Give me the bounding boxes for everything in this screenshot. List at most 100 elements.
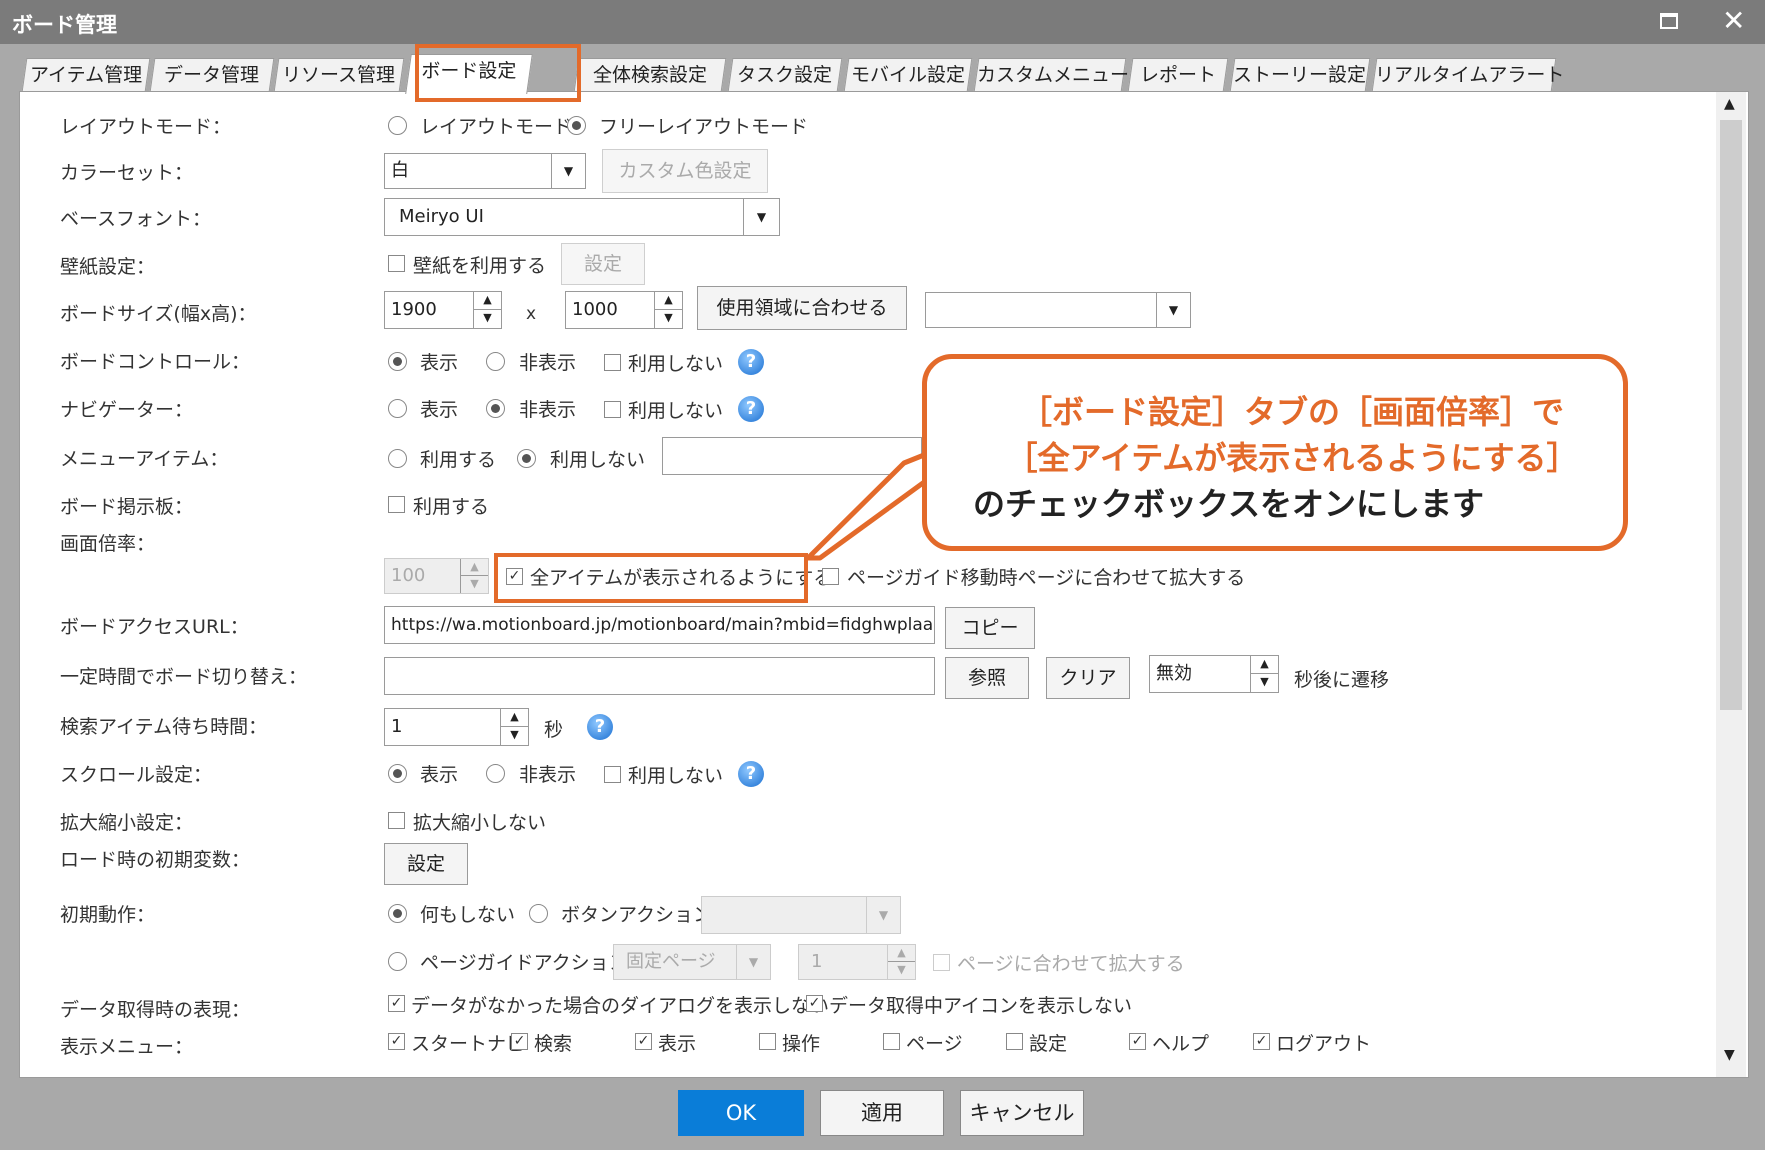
help-icon[interactable]: ? <box>738 761 764 787</box>
maximize-icon[interactable] <box>1660 13 1678 29</box>
loading-icon-checkbox[interactable]: ✓ <box>806 995 823 1012</box>
tab-realtime-alert[interactable]: リアルタイムアラート <box>1371 58 1564 92</box>
scroll-down-icon[interactable]: ▼ <box>1724 1047 1735 1063</box>
board-control-unused-checkbox[interactable] <box>604 354 621 371</box>
menu-search: 検索 <box>534 1033 573 1055</box>
init-var-label: ロード時の初期変数： <box>60 849 251 871</box>
close-icon[interactable]: ✕ <box>1722 4 1745 37</box>
navigator-unused-checkbox[interactable] <box>604 401 621 418</box>
menu-startnavi-checkbox[interactable]: ✓ <box>388 1033 405 1050</box>
tab-resource-management[interactable]: リソース管理 <box>273 58 405 92</box>
scroll-show-radio[interactable] <box>388 764 407 783</box>
init-action-none-radio[interactable] <box>388 904 407 923</box>
board-bulletin-checkbox[interactable] <box>388 496 405 513</box>
board-height-input[interactable]: 1000 ▲ ▼ <box>565 291 683 329</box>
board-control-show-radio[interactable] <box>388 352 407 371</box>
tab-custom-menu[interactable]: カスタムメニュー <box>973 58 1129 92</box>
scroll-hide-radio[interactable] <box>486 764 505 783</box>
zoom-input[interactable]: 100 ▲ ▼ <box>384 558 489 594</box>
clear-button[interactable]: クリア <box>1046 657 1130 699</box>
menu-operation: 操作 <box>782 1033 821 1055</box>
scroll-unused-checkbox[interactable] <box>604 766 621 783</box>
tab-report[interactable]: レポート <box>1127 58 1229 92</box>
menu-display-checkbox[interactable]: ✓ <box>635 1033 652 1050</box>
board-size-preset-select[interactable]: ▼ <box>925 292 1191 328</box>
menu-search-checkbox[interactable]: ✓ <box>511 1033 528 1050</box>
browse-button[interactable]: 参照 <box>945 657 1029 699</box>
button-action-select[interactable]: ▼ <box>701 896 901 934</box>
no-data-dialog-label: データがなかった場合のダイアログを表示しない <box>411 995 830 1017</box>
color-set-select[interactable]: 白 ▼ <box>384 153 586 189</box>
menu-item-use-radio[interactable] <box>388 449 407 468</box>
zoom-io-checkbox[interactable] <box>388 812 405 829</box>
base-font-select[interactable]: Meiryo UI ▼ <box>384 198 780 236</box>
board-bulletin-label: ボード掲示板： <box>60 496 194 518</box>
cancel-button[interactable]: キャンセル <box>960 1090 1084 1136</box>
tab-task-settings[interactable]: タスク設定 <box>727 58 843 92</box>
navigator-hide-radio[interactable] <box>486 399 505 418</box>
access-url-input[interactable]: https://wa.motionboard.jp/motionboard/ma… <box>384 606 935 644</box>
wallpaper-label: 壁紙設定： <box>60 256 156 278</box>
menu-settings: 設定 <box>1029 1033 1068 1055</box>
tab-highlight <box>415 44 581 102</box>
init-action-button-radio[interactable] <box>529 904 548 923</box>
page-fit-zoom-checkbox[interactable] <box>933 954 950 971</box>
callout-line-3: のチェックボックスをオンにします <box>973 485 1485 523</box>
switch-seconds-input[interactable]: 無効 ▲ ▼ <box>1149 655 1279 693</box>
page-guide-mode-select[interactable]: 固定ページ ▼ <box>613 944 771 980</box>
board-switch-input[interactable] <box>384 657 935 695</box>
access-url-label: ボードアクセスURL： <box>60 616 249 638</box>
page-fit-zoom-label: ページに合わせて拡大する <box>957 953 1185 975</box>
page-guide-zoom-checkbox[interactable] <box>822 568 839 585</box>
tab-mobile-settings[interactable]: モバイル設定 <box>843 58 973 92</box>
search-wait-input[interactable]: 1 ▲ ▼ <box>384 708 529 746</box>
menu-item-nouse-radio[interactable] <box>517 449 536 468</box>
dialog-window: ボード管理 ✕ アイテム管理 データ管理 リソース管理 ボード設定 全体検索設定… <box>0 0 1765 1150</box>
navigator-hide: 非表示 <box>519 399 577 421</box>
free-layout-radio[interactable] <box>567 116 586 135</box>
layout-mode-option: レイアウトモード <box>420 116 573 138</box>
init-var-button[interactable]: 設定 <box>384 843 468 885</box>
page-guide-number-input[interactable]: 1 ▲ ▼ <box>798 944 916 980</box>
apply-button[interactable]: 適用 <box>820 1090 944 1136</box>
menu-logout-checkbox[interactable]: ✓ <box>1253 1033 1270 1050</box>
tab-data-management[interactable]: データ管理 <box>149 58 275 92</box>
menu-page-checkbox[interactable] <box>883 1033 900 1050</box>
help-icon[interactable]: ? <box>738 349 764 375</box>
navigator-unused: 利用しない <box>628 400 724 422</box>
wallpaper-checkbox[interactable] <box>388 255 405 272</box>
scroll-label: スクロール設定： <box>60 764 213 786</box>
tab-story-settings[interactable]: ストーリー設定 <box>1229 58 1371 92</box>
zoom-io-label: 拡大縮小設定： <box>60 812 194 834</box>
menu-item-select[interactable] <box>662 437 922 475</box>
init-action-label: 初期動作： <box>60 904 156 926</box>
help-icon[interactable]: ? <box>738 396 764 422</box>
vertical-scrollbar[interactable]: ▲ ▼ <box>1716 92 1746 1077</box>
tab-global-search[interactable]: 全体検索設定 <box>573 58 727 92</box>
menu-operation-checkbox[interactable] <box>759 1033 776 1050</box>
tab-item-management[interactable]: アイテム管理 <box>21 58 151 92</box>
help-icon[interactable]: ? <box>587 714 613 740</box>
fit-usage-area-button[interactable]: 使用領域に合わせる <box>697 286 907 330</box>
board-control-hide-radio[interactable] <box>486 352 505 371</box>
no-data-dialog-checkbox[interactable]: ✓ <box>388 995 405 1012</box>
title-bar: ボード管理 ✕ <box>0 0 1765 44</box>
menu-settings-checkbox[interactable] <box>1006 1033 1023 1050</box>
layout-mode-radio[interactable] <box>388 116 407 135</box>
menu-startnavi: スタートナビ <box>411 1033 526 1055</box>
menu-help-checkbox[interactable]: ✓ <box>1129 1033 1146 1050</box>
ok-button[interactable]: OK <box>678 1090 804 1136</box>
navigator-show-radio[interactable] <box>388 399 407 418</box>
init-action-page-guide-radio[interactable] <box>388 952 407 971</box>
navigator-show: 表示 <box>420 399 459 421</box>
scroll-up-icon[interactable]: ▲ <box>1724 96 1735 112</box>
copy-url-button[interactable]: コピー <box>945 607 1035 649</box>
board-width-input[interactable]: 1900 ▲ ▼ <box>384 291 502 329</box>
init-action-page-guide: ページガイドアクション <box>420 952 628 974</box>
menu-help: ヘルプ <box>1152 1033 1210 1055</box>
checkbox-highlight <box>494 553 808 603</box>
scrollbar-thumb[interactable] <box>1720 120 1742 710</box>
wallpaper-settings-button[interactable]: 設定 <box>561 243 645 285</box>
scroll-hide: 非表示 <box>519 764 577 786</box>
custom-color-button[interactable]: カスタム色設定 <box>602 149 768 193</box>
